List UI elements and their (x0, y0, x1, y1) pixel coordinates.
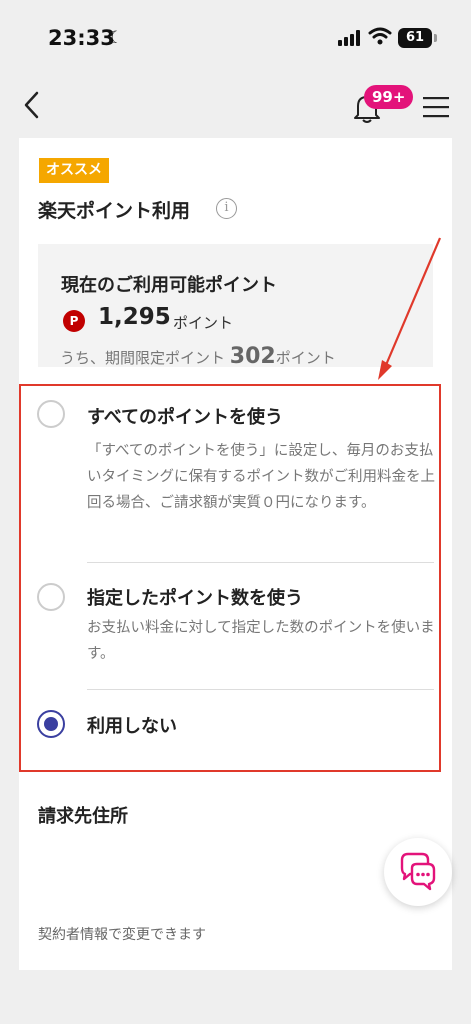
point-usage-options: すべてのポイントを使う 「すべてのポイントを使う」に設定し、毎月のお支払いタイミ… (19, 384, 441, 772)
billing-address-title: 請求先住所 (38, 806, 128, 827)
available-points-label: 現在のご利用可能ポイント (61, 275, 277, 296)
option-use-all-description: 「すべてのポイントを使う」に設定し、毎月のお支払いタイミングに保有するポイント数… (87, 443, 435, 511)
radio-use-all-points[interactable] (37, 400, 65, 428)
status-bar: 23:33 ☾ 61 (0, 0, 471, 70)
chat-button[interactable] (384, 838, 452, 906)
option-use-specified-description: お支払い料金に対して指定した数のポイントを使います。 (87, 620, 435, 662)
section-title: 楽天ポイント利用 (38, 200, 191, 222)
available-points-value: 1,295 (98, 304, 171, 330)
option-use-specified-title: 指定したポイント数を使う (87, 588, 303, 609)
navigation-bar: 99+ (0, 70, 471, 136)
option-do-not-use-title: 利用しない (87, 716, 177, 737)
rakuten-point-icon: P (63, 310, 85, 332)
battery-cap (434, 34, 437, 42)
info-icon[interactable]: i (216, 198, 237, 219)
notification-badge: 99+ (364, 85, 414, 109)
option-use-all-title: すべてのポイントを使う (87, 407, 284, 428)
limited-points-line: うち、期間限定ポイント 302ポイント (60, 344, 336, 369)
chevron-left-icon[interactable] (22, 90, 42, 120)
limited-points-unit: ポイント (275, 349, 336, 367)
option-divider (87, 689, 434, 690)
limited-points-prefix: うち、期間限定ポイント (60, 349, 226, 367)
wifi-icon (368, 27, 392, 45)
available-points-unit: ポイント (173, 314, 234, 332)
billing-address-note: 契約者情報で変更できます (38, 927, 206, 943)
status-time: 23:33 (48, 26, 115, 50)
hamburger-menu-icon[interactable] (423, 96, 449, 118)
moon-icon: ☾ (108, 28, 124, 48)
available-points-box: 現在のご利用可能ポイント P 1,295 ポイント うち、期間限定ポイント 30… (38, 244, 433, 369)
radio-use-specified-points[interactable] (37, 583, 65, 611)
radio-do-not-use[interactable] (37, 710, 65, 738)
option-divider (87, 562, 434, 563)
cellular-signal-icon (338, 30, 360, 46)
recommended-tag: オススメ (39, 158, 109, 183)
limited-points-value: 302 (229, 344, 276, 369)
chat-icon (400, 852, 436, 891)
battery-icon: 61 (398, 28, 432, 48)
